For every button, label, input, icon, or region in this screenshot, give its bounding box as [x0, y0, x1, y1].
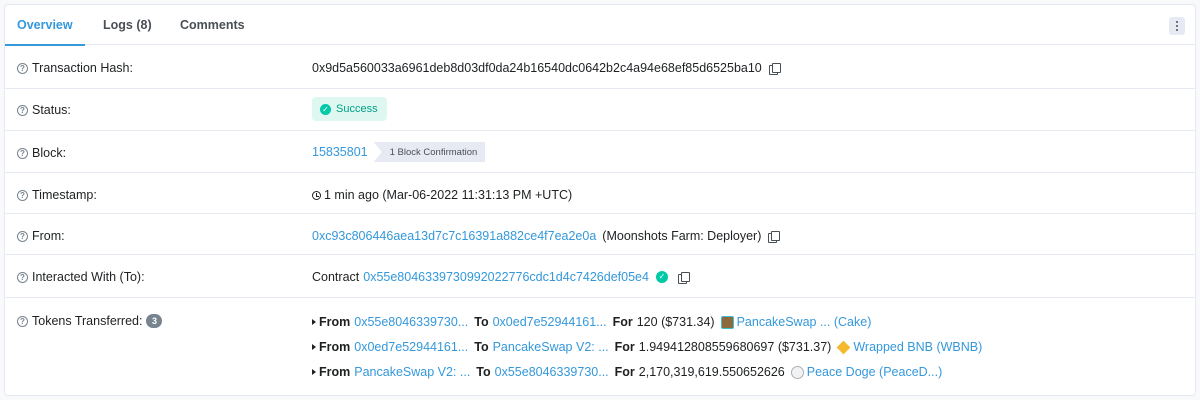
status-badge: ✓ Success: [312, 97, 387, 121]
transfer-to-link[interactable]: 0x0ed7e52944161...: [493, 315, 607, 329]
from-name-tag: (Moonshots Farm: Deployer): [602, 229, 762, 243]
help-icon[interactable]: ?: [17, 147, 28, 159]
to-keyword: To: [476, 365, 491, 379]
transfer-from-link[interactable]: PancakeSwap V2: ...: [354, 365, 470, 379]
label-timestamp: ? Timestamp:: [17, 188, 97, 202]
token-transfer-row: From PancakeSwap V2: ... To 0x55e8046339…: [312, 363, 942, 381]
label-status: ? Status:: [17, 103, 71, 117]
label-text: Status:: [32, 103, 71, 117]
help-icon[interactable]: ?: [17, 315, 28, 327]
token-link[interactable]: Peace Doge (PeaceD...): [807, 365, 943, 379]
value-interacted-with: Contract 0x55e8046339730992022776cdc1d4c…: [312, 270, 690, 284]
value-from: 0xc93c806446aea13d7c7c16391a882ce4f7ea2e…: [312, 229, 781, 243]
pancakeswap-token-icon: [720, 315, 734, 329]
token-link[interactable]: PancakeSwap ... (Cake): [737, 315, 872, 329]
transfer-to-link[interactable]: PancakeSwap V2: ...: [493, 340, 609, 354]
more-dot: [1176, 29, 1178, 31]
token-transfer-row: From 0x55e8046339730... To 0x0ed7e529441…: [312, 313, 871, 331]
copy-icon[interactable]: [768, 62, 781, 75]
label-text: Tokens Transferred:: [32, 314, 143, 328]
token-transfer-row: From 0x0ed7e52944161... To PancakeSwap V…: [312, 338, 982, 356]
for-keyword: For: [612, 315, 633, 329]
label-text: Interacted With (To):: [32, 270, 145, 284]
to-keyword: To: [474, 340, 489, 354]
block-confirmation-badge: 1 Block Confirmation: [373, 142, 486, 162]
to-keyword: To: [474, 315, 489, 329]
from-keyword: From: [319, 340, 351, 354]
from-keyword: From: [319, 365, 351, 379]
transaction-hash-text: 0x9d5a560033a6961deb8d03df0da24b16540dc0…: [312, 61, 762, 75]
label-block: ? Block:: [17, 146, 66, 160]
transfer-from-link[interactable]: 0x0ed7e52944161...: [354, 340, 468, 354]
label-transaction-hash: ? Transaction Hash:: [17, 61, 133, 75]
contract-address-link[interactable]: 0x55e8046339730992022776cdc1d4c7426def05…: [363, 270, 649, 284]
label-from: ? From:: [17, 229, 65, 243]
value-block: 15835801 1 Block Confirmation: [312, 142, 486, 162]
transfer-from-link[interactable]: 0x55e8046339730...: [354, 315, 468, 329]
tab-bar: Overview Logs (8) Comments: [5, 5, 1195, 46]
value-timestamp: 1 min ago (Mar-06-2022 11:31:13 PM +UTC): [312, 188, 572, 202]
for-keyword: For: [614, 365, 635, 379]
row-status: ? Status: ✓ Success: [5, 89, 1195, 131]
caret-right-icon: [312, 369, 316, 375]
from-address-link[interactable]: 0xc93c806446aea13d7c7c16391a882ce4f7ea2e…: [312, 229, 596, 243]
row-block: ? Block: 15835801 1 Block Confirmation: [5, 131, 1195, 173]
more-dot: [1176, 25, 1178, 27]
verified-check-icon: ✓: [655, 271, 668, 283]
tab-comments[interactable]: Comments: [180, 5, 245, 45]
peace-doge-token-icon: [790, 365, 804, 379]
contract-prefix: Contract: [312, 270, 360, 284]
row-tokens-transferred: ? Tokens Transferred: 3 From 0x55e804633…: [5, 298, 1195, 396]
help-icon[interactable]: ?: [17, 271, 28, 283]
bnb-token-icon: [836, 340, 851, 354]
timestamp-text: 1 min ago (Mar-06-2022 11:31:13 PM +UTC): [324, 188, 573, 202]
clock-icon: [312, 190, 321, 200]
status-text: Success: [336, 103, 378, 115]
for-keyword: For: [614, 340, 635, 354]
label-text: Block:: [32, 146, 67, 160]
copy-icon[interactable]: [768, 230, 781, 243]
help-icon[interactable]: ?: [17, 104, 28, 116]
transfer-amount: 120 ($731.34): [636, 315, 715, 329]
help-icon[interactable]: ?: [17, 230, 28, 242]
label-tokens-transferred: ? Tokens Transferred: 3: [17, 314, 163, 328]
transfer-to-link[interactable]: 0x55e8046339730...: [495, 365, 609, 379]
value-transaction-hash: 0x9d5a560033a6961deb8d03df0da24b16540dc0…: [312, 61, 781, 75]
copy-icon[interactable]: [677, 271, 690, 284]
label-text: Transaction Hash:: [32, 61, 133, 75]
row-timestamp: ? Timestamp: 1 min ago (Mar-06-2022 11:3…: [5, 173, 1195, 214]
label-text: From:: [32, 229, 65, 243]
check-circle-icon: ✓: [320, 103, 331, 115]
label-text: Timestamp:: [32, 188, 97, 202]
label-interacted-with: ? Interacted With (To):: [17, 270, 145, 284]
help-icon[interactable]: ?: [17, 62, 28, 74]
token-count-badge: 3: [146, 314, 163, 328]
caret-right-icon: [312, 344, 316, 350]
transfer-amount: 1.949412808559680697 ($731.37): [638, 340, 832, 354]
token-link[interactable]: Wrapped BNB (WBNB): [853, 340, 982, 354]
tab-overview[interactable]: Overview: [5, 5, 85, 46]
tab-logs[interactable]: Logs (8): [103, 5, 152, 45]
from-keyword: From: [319, 315, 351, 329]
block-number-link[interactable]: 15835801: [312, 145, 368, 159]
value-status: ✓ Success: [312, 97, 387, 121]
help-icon[interactable]: ?: [17, 189, 28, 201]
transfer-amount: 2,170,319,619.550652626: [638, 365, 785, 379]
row-interacted-with: ? Interacted With (To): Contract 0x55e80…: [5, 255, 1195, 298]
row-from: ? From: 0xc93c806446aea13d7c7c16391a882c…: [5, 214, 1195, 255]
more-vertical-icon: [1176, 21, 1178, 23]
row-transaction-hash: ? Transaction Hash: 0x9d5a560033a6961deb…: [5, 46, 1195, 89]
caret-right-icon: [312, 319, 316, 325]
more-options-button[interactable]: [1169, 17, 1185, 35]
transaction-details-card: Overview Logs (8) Comments ? Transaction…: [4, 4, 1196, 396]
